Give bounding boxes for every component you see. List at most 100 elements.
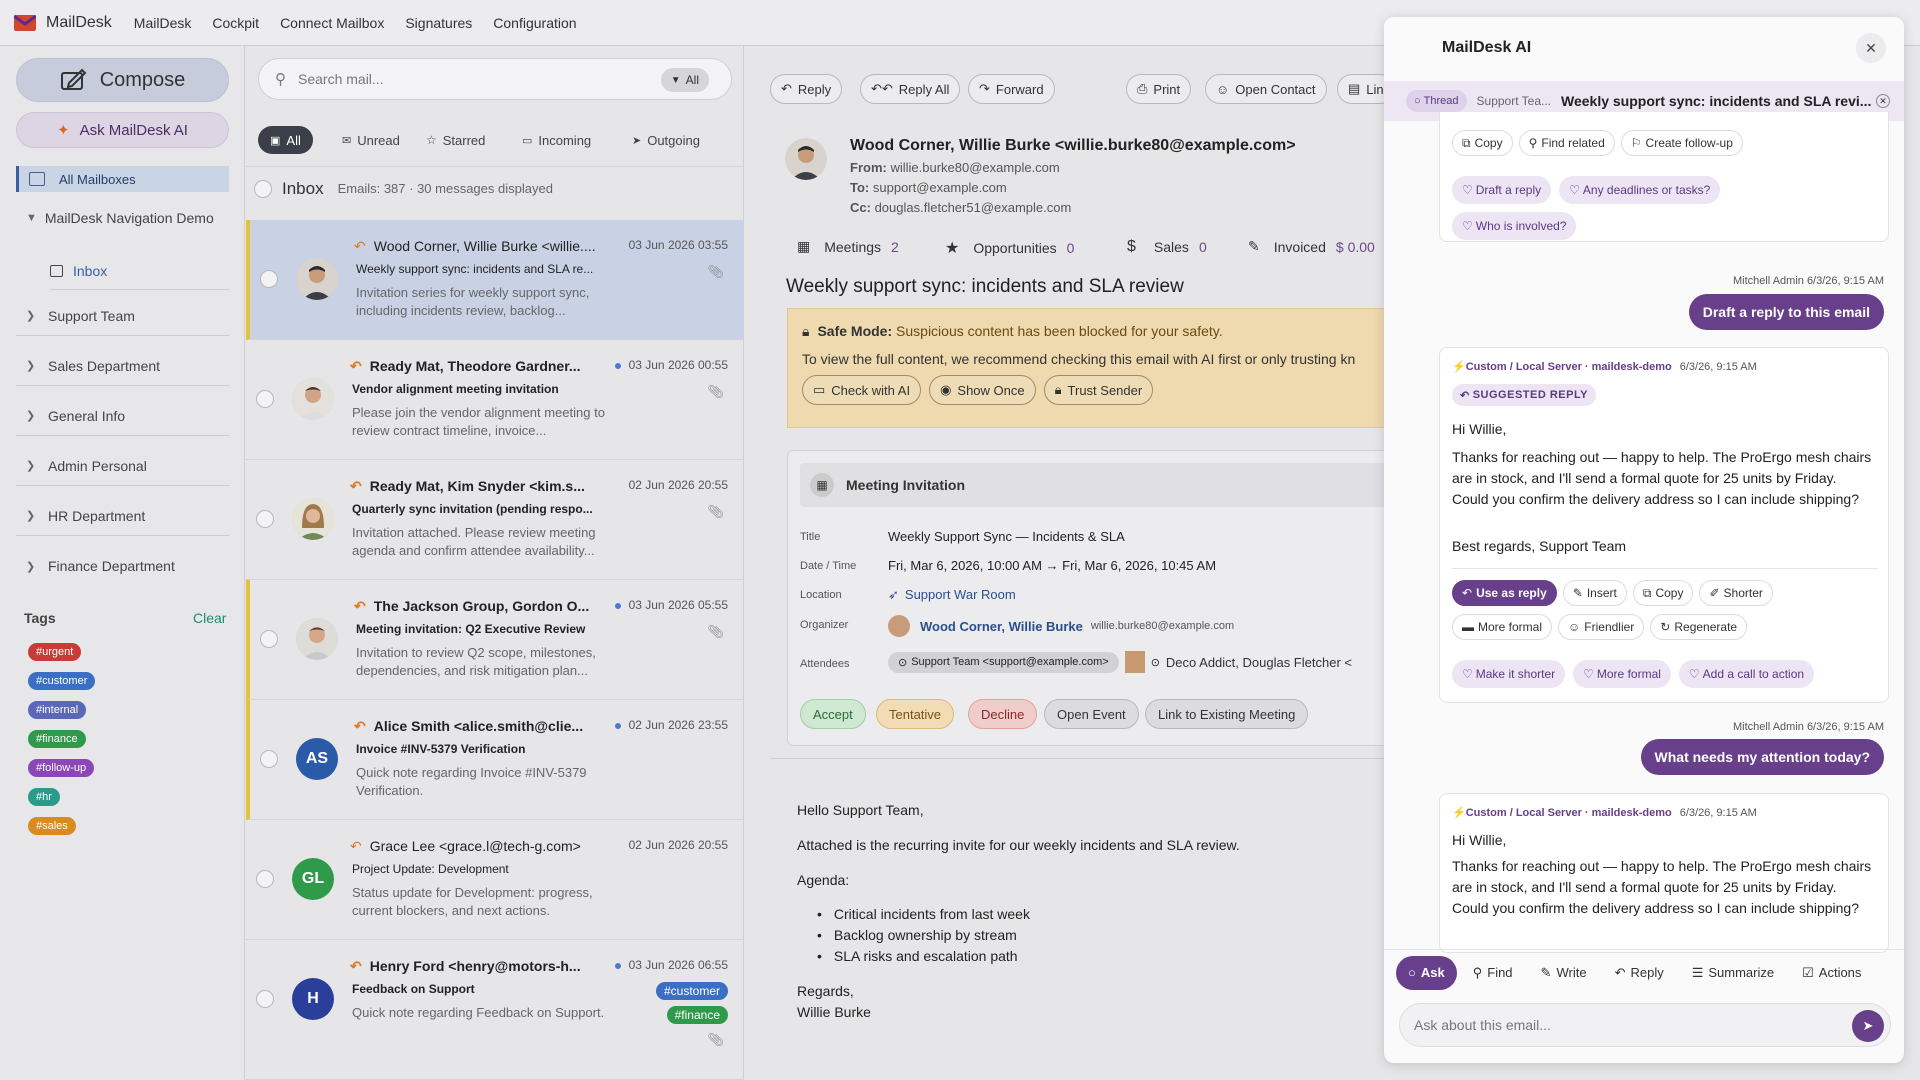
- tag-finance[interactable]: #finance: [28, 730, 86, 748]
- thread-chip[interactable]: ○ Thread: [1406, 90, 1467, 112]
- suggestion-more-formal[interactable]: ♡ More formal: [1573, 660, 1671, 688]
- stat-meetings[interactable]: ▦ Meetings 2: [797, 238, 899, 255]
- suggestion-who-involved[interactable]: ♡ Who is involved?: [1452, 212, 1577, 240]
- menu-signatures[interactable]: Signatures: [405, 15, 472, 31]
- tab-write[interactable]: ✎ Write: [1529, 956, 1599, 990]
- suggestion-deadlines[interactable]: ♡ Any deadlines or tasks?: [1559, 176, 1721, 204]
- tab-ask[interactable]: ○ Ask: [1396, 955, 1457, 990]
- suggestion-draft-reply[interactable]: ♡ Draft a reply: [1452, 176, 1552, 204]
- item-checkbox[interactable]: [260, 750, 278, 768]
- insert-button[interactable]: ✎ Insert: [1562, 580, 1627, 606]
- tab-summarize[interactable]: ☰ Summarize: [1680, 956, 1786, 990]
- link-button[interactable]: ▤ Lin: [1337, 74, 1385, 104]
- sidebar-group-support-team[interactable]: ❯ Support Team: [16, 296, 229, 336]
- tag-customer[interactable]: #customer: [28, 672, 96, 690]
- sender-name[interactable]: Wood Corner, Willie Burke <willie.burke8…: [850, 137, 1296, 155]
- forward-button[interactable]: ↷ Forward: [968, 74, 1055, 104]
- list-item[interactable]: AS ↶ Alice Smith <alice.smith@clie... Inv…: [246, 700, 744, 820]
- tag-follow-up[interactable]: #follow-up: [28, 759, 95, 777]
- list-item[interactable]: GL ↶ Grace Lee <grace.l@tech-g.com> Proje…: [246, 820, 744, 940]
- item-checkbox[interactable]: [256, 870, 274, 888]
- ai-ask-input[interactable]: Ask about this email... ➤: [1399, 1003, 1891, 1047]
- print-button[interactable]: ⎙ Print: [1126, 74, 1192, 104]
- organizer-name[interactable]: Wood Corner, Willie Burke: [920, 619, 1083, 634]
- shorter-button[interactable]: ✐ Shorter: [1699, 580, 1773, 606]
- filter-unread[interactable]: ✉ Unread: [330, 126, 412, 154]
- sidebar-group-general-info[interactable]: ❯ General Info: [16, 396, 229, 436]
- open-event-button[interactable]: Open Event: [1044, 699, 1139, 729]
- list-item[interactable]: ↶ The Jackson Group, Gordon O... Meeting …: [246, 580, 744, 700]
- menu-cockpit[interactable]: Cockpit: [212, 15, 259, 31]
- send-icon[interactable]: ➤: [1852, 1010, 1884, 1042]
- to-address[interactable]: support@example.com: [873, 180, 1007, 195]
- suggestion-make-shorter[interactable]: ♡ Make it shorter: [1452, 660, 1566, 688]
- regenerate-button[interactable]: ↻ Regenerate: [1650, 614, 1748, 640]
- sidebar-group-sales-department[interactable]: ❯ Sales Department: [16, 346, 229, 386]
- copy-button[interactable]: ⧉ Copy: [1452, 130, 1513, 156]
- item-tag-finance[interactable]: #finance: [666, 1006, 728, 1024]
- meeting-location[interactable]: Support War Room: [905, 587, 1016, 602]
- tag-sales[interactable]: #sales: [28, 817, 76, 835]
- more-formal-button[interactable]: ▬ More formal: [1452, 614, 1553, 640]
- stat-sales[interactable]: $ Sales 0: [1127, 238, 1207, 256]
- sidebar-group-hr-department[interactable]: ❯ HR Department: [16, 496, 229, 536]
- list-item[interactable]: H ↶ Henry Ford <henry@motors-h... Feedbac…: [246, 940, 744, 1080]
- reply-all-button[interactable]: ↶↶ Reply All: [860, 74, 961, 104]
- reply-button[interactable]: ↶ Reply: [770, 74, 843, 104]
- brand-name[interactable]: MailDesk: [46, 14, 112, 32]
- decline-button[interactable]: Decline: [968, 699, 1038, 729]
- item-checkbox[interactable]: [260, 630, 278, 648]
- tab-find[interactable]: ⚲ Find: [1461, 956, 1525, 990]
- search-scope-button[interactable]: ▼ All: [660, 68, 709, 92]
- stat-invoiced[interactable]: ✎ Invoiced $ 0.00: [1248, 238, 1375, 255]
- menu-connect-mailbox[interactable]: Connect Mailbox: [280, 15, 384, 31]
- open-contact-button[interactable]: ☺ Open Contact: [1205, 74, 1327, 104]
- item-checkbox[interactable]: [256, 390, 274, 408]
- tag-internal[interactable]: #internal: [28, 701, 87, 719]
- trust-sender-button[interactable]: 🔒︎ Trust Sender: [1043, 375, 1154, 405]
- select-all-checkbox[interactable]: [254, 179, 272, 198]
- tab-actions[interactable]: ☑ Actions: [1790, 956, 1873, 990]
- copy-button[interactable]: ⧉ Copy: [1632, 580, 1694, 606]
- use-as-reply-button[interactable]: ↶ Use as reply: [1452, 580, 1557, 606]
- filter-starred[interactable]: ☆ Starred: [414, 126, 497, 154]
- tab-reply[interactable]: ↶ Reply: [1603, 956, 1676, 990]
- tag-urgent[interactable]: #urgent: [28, 643, 82, 661]
- cc-address[interactable]: douglas.fletcher51@example.com: [875, 200, 1072, 215]
- item-checkbox[interactable]: [256, 990, 274, 1008]
- item-checkbox[interactable]: [256, 510, 274, 528]
- list-item[interactable]: ↶ Wood Corner, Willie Burke <willie.... W…: [246, 220, 744, 340]
- find-related-button[interactable]: ⚲ Find related: [1518, 130, 1615, 156]
- tag-hr[interactable]: #hr: [28, 788, 60, 806]
- tentative-button[interactable]: Tentative: [876, 699, 955, 729]
- sidebar-item-all-mailboxes[interactable]: All Mailboxes: [16, 166, 229, 192]
- list-item[interactable]: ↶ Ready Mat, Theodore Gardner... Vendor a…: [246, 340, 744, 460]
- accept-button[interactable]: Accept: [800, 699, 866, 729]
- filter-incoming[interactable]: ▭ Incoming: [510, 126, 603, 154]
- menu-configuration[interactable]: Configuration: [493, 15, 576, 31]
- stat-opportunities[interactable]: ★ Opportunities 0: [945, 238, 1074, 258]
- item-checkbox[interactable]: [260, 270, 278, 288]
- compose-button[interactable]: Compose: [16, 58, 229, 102]
- close-thread-icon[interactable]: ✕: [1876, 94, 1890, 108]
- attendee-name[interactable]: Deco Addict, Douglas Fletcher <: [1166, 655, 1352, 670]
- filter-all[interactable]: ▣ All: [258, 126, 313, 154]
- menu-maildesk[interactable]: MailDesk: [134, 15, 192, 31]
- filter-outgoing[interactable]: ➤ Outgoing: [620, 126, 712, 154]
- search-input[interactable]: Search mail...: [298, 71, 384, 87]
- from-address[interactable]: willie.burke80@example.com: [890, 160, 1059, 175]
- search-bar[interactable]: ⚲ Search mail... ▼ All: [258, 58, 732, 100]
- show-once-button[interactable]: ◉ Show Once: [929, 375, 1036, 405]
- attendee-chip[interactable]: ⊙ Support Team <support@example.com>: [888, 651, 1119, 673]
- sidebar-account[interactable]: ▼ MailDesk Navigation Demo: [16, 204, 229, 232]
- item-tag-customer[interactable]: #customer: [655, 982, 728, 1000]
- sidebar-group-admin-personal[interactable]: ❯ Admin Personal: [16, 446, 229, 486]
- create-follow-up-button[interactable]: ⚐ Create follow-up: [1620, 130, 1743, 156]
- ask-ai-button[interactable]: ✦ Ask MailDesk AI: [16, 112, 229, 148]
- sidebar-item-inbox[interactable]: Inbox: [50, 252, 229, 290]
- link-meeting-button[interactable]: Link to Existing Meeting: [1145, 699, 1309, 729]
- suggestion-call-to-action[interactable]: ♡ Add a call to action: [1678, 660, 1815, 688]
- tags-clear-link[interactable]: Clear: [193, 610, 226, 626]
- list-item[interactable]: ↶ Ready Mat, Kim Snyder <kim.s... Quarter…: [246, 460, 744, 580]
- sidebar-group-finance-department[interactable]: ❯ Finance Department: [16, 546, 229, 586]
